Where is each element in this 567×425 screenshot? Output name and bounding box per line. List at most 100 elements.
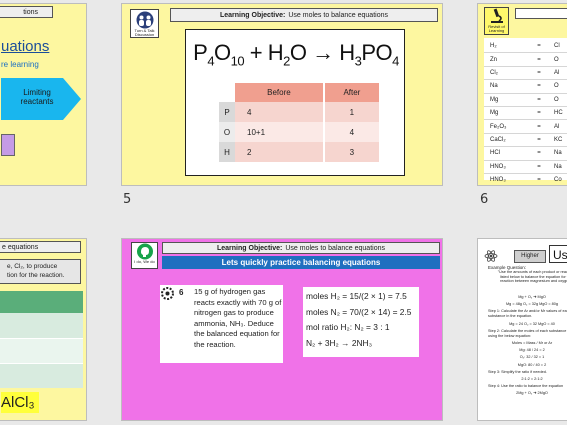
formula-cell: Co <box>554 177 562 184</box>
table-row: P 4 1 <box>219 102 379 122</box>
formula-cell: Na <box>554 163 562 170</box>
step-instruction: Step 3: Simplify the ratio if needed. <box>488 369 547 374</box>
formula-cell: HCl <box>490 150 500 157</box>
turn-and-talk-badge: Turn & Talk Discussion <box>130 9 159 38</box>
formula-cell: HNO₃ <box>490 177 506 184</box>
task-box: e, Cl₂, to produce tion for the reaction… <box>0 259 81 284</box>
question-number: 6 <box>179 288 184 297</box>
learning-objective-label: Learning Objective: <box>217 244 283 252</box>
equals-sign: = <box>537 96 541 103</box>
step-working: O₂: 32 / 32 = 1 <box>519 355 545 360</box>
slide-number: 5 <box>123 192 132 207</box>
formula-cell: Zn <box>490 56 498 63</box>
formula-cell: Na <box>554 150 562 157</box>
equals-sign: = <box>537 136 541 143</box>
practice-banner: Lets quickly practice balancing equation… <box>162 256 440 269</box>
answer-table <box>0 291 83 388</box>
question-text: 15 g of hydrogen gas reacts exactly with… <box>194 287 282 349</box>
atom-balance-table: Before After P 4 1 O 10+1 4 H 2 3 <box>219 83 379 162</box>
equation-row: Mg = O <box>484 94 567 107</box>
formula-cell: Fe₂O₃ <box>490 123 507 130</box>
answer-line: N₂ + 3H₂ → 2NH₃ <box>306 337 372 348</box>
answer-line: moles H₂ = 15/(2 × 1) = 7.5 <box>306 291 407 301</box>
equation-row: Zn = O <box>484 53 567 67</box>
learning-objective-bar: Learning Objective: Use moles to balance… <box>162 242 440 254</box>
formula-cell: Na <box>490 83 498 90</box>
equals-sign: = <box>537 83 541 90</box>
learning-objective-text: tions <box>23 8 38 16</box>
equals-sign: = <box>537 110 541 117</box>
step-working: Mg + O₂ ➔ MgO <box>518 295 546 299</box>
answer-line: moles N₂ = 70/(2 × 14) = 2.5 <box>306 306 412 317</box>
learning-objective-text: Use moles to balance equations <box>285 244 385 252</box>
slide-thumbnail-4[interactable]: tions uations re learning Limiting react… <box>0 3 87 186</box>
learning-objective-text: e equations <box>2 243 39 251</box>
equation-row: HNO₃ = Na <box>484 161 567 174</box>
equals-sign: = <box>537 123 541 130</box>
slide-thumbnail-8[interactable]: I do, We do Learning Objective: Use mole… <box>121 238 443 421</box>
chemical-equation: P4O10 + H2O → H3PO4 <box>193 40 399 69</box>
formula-cell: Cl₂ <box>490 69 498 76</box>
equations-panel: H₂ = Cl Zn = O Cl₂ = Al Na = O Mg = O Mg = HC Fe₂O₃ = Al CaCl… <box>484 38 567 183</box>
learning-objective-bar: Learning Objective: Use moles to balance… <box>170 8 438 22</box>
formula-cell: H₂ <box>490 43 497 50</box>
brain-icon <box>136 243 153 260</box>
step-working: 2:1:2 = 2:1:2 <box>521 376 543 381</box>
formula-cell: Cl <box>554 43 560 50</box>
higher-tag: Higher <box>514 250 546 263</box>
gear-icon <box>161 287 174 300</box>
slide-thumbnail-6[interactable]: Revisit of Learning H₂ = Cl Zn = O Cl₂ = Al Na = O M… <box>477 3 567 186</box>
equals-sign: = <box>537 150 541 157</box>
i-do-we-do-badge: I do, We do <box>131 242 158 269</box>
equation-row: H₂ = Cl <box>484 40 567 54</box>
revisit-badge: Revisit of Learning <box>484 7 509 35</box>
learning-objective-bar: tions <box>0 6 53 18</box>
microscope-icon <box>490 8 503 23</box>
slide-subtitle: re learning <box>1 60 39 69</box>
formula-cell: Mg <box>490 96 499 103</box>
step-working: Mg: 48 / 24 = 2 <box>519 348 545 353</box>
equation-row: HCl = Na <box>484 147 567 161</box>
equation-row: Mg = HC <box>484 107 567 121</box>
icon-caption: I do, We do <box>134 259 155 264</box>
equation-row: HNO₃ = Co <box>484 174 567 185</box>
answer-line: mol ratio H₂: N₂ = 3 : 1 <box>306 322 390 332</box>
formula-cell: HNO₃ <box>490 163 506 170</box>
example-quote: "Use the amounts of each product or reac… <box>497 270 567 284</box>
formula-cell: CaCl₂ <box>490 136 506 143</box>
step-working: Mg = 24 O₂ = 32 MgO = 40 <box>509 321 555 326</box>
table-row: H 2 3 <box>219 142 379 162</box>
equation-row: Fe₂O₃ = Al <box>484 120 567 134</box>
title-strip <box>515 8 567 19</box>
arrow-shape: Limiting reactants <box>1 78 81 120</box>
formula-cell: O <box>554 96 559 103</box>
slide-title: uations <box>1 38 50 55</box>
question-card: 6 15 g of hydrogen gas reacts exactly wi… <box>160 285 283 363</box>
atom-icon <box>484 250 498 262</box>
worked-steps: Mg + O₂ ➔ MgO Mg = 48g O₂ = 32g MgO = 80g… <box>488 295 567 398</box>
icon-caption: Turn & Talk Discussion <box>134 28 155 37</box>
slide-number: 6 <box>480 192 489 207</box>
arrow-label: Limiting reactants <box>20 88 54 106</box>
formula-cell: O <box>554 83 559 90</box>
slide-thumbnail-5[interactable]: Turn & Talk Discussion Learning Objectiv… <box>121 3 443 186</box>
equation-row: CaCl₂ = KC <box>484 134 567 148</box>
turn-and-talk-icon <box>136 11 153 29</box>
formula-cell: Mg <box>490 110 499 117</box>
step-working: Mg = 48g O₂ = 32g MgO = 80g <box>505 302 559 307</box>
icon-caption: Revisit of Learning <box>488 24 505 33</box>
formula-cell: Al <box>554 123 560 130</box>
equals-sign: = <box>537 163 541 170</box>
slide-title: Usin <box>549 245 567 263</box>
equation-row: Na = O <box>484 80 567 94</box>
step-instruction: Step 1: Calculate the Ar and/or Mr value… <box>488 309 567 319</box>
slide-thumbnail-9[interactable]: Higher Usin Example Question: "Use the a… <box>477 238 567 421</box>
learning-objective-label: Learning Objective: <box>220 11 286 19</box>
step-instruction: Step 2: Calculate the moles of each subs… <box>488 328 567 338</box>
slide-thumbnail-7[interactable]: e equations e, Cl₂, to produce tion for … <box>0 238 87 421</box>
learning-objective-text: Use moles to balance equations <box>288 11 388 19</box>
column-header-before: Before <box>235 83 325 102</box>
formula-cell: Al <box>554 69 560 76</box>
formula-cell: O <box>554 56 559 63</box>
formula-cell: HC <box>554 110 563 117</box>
